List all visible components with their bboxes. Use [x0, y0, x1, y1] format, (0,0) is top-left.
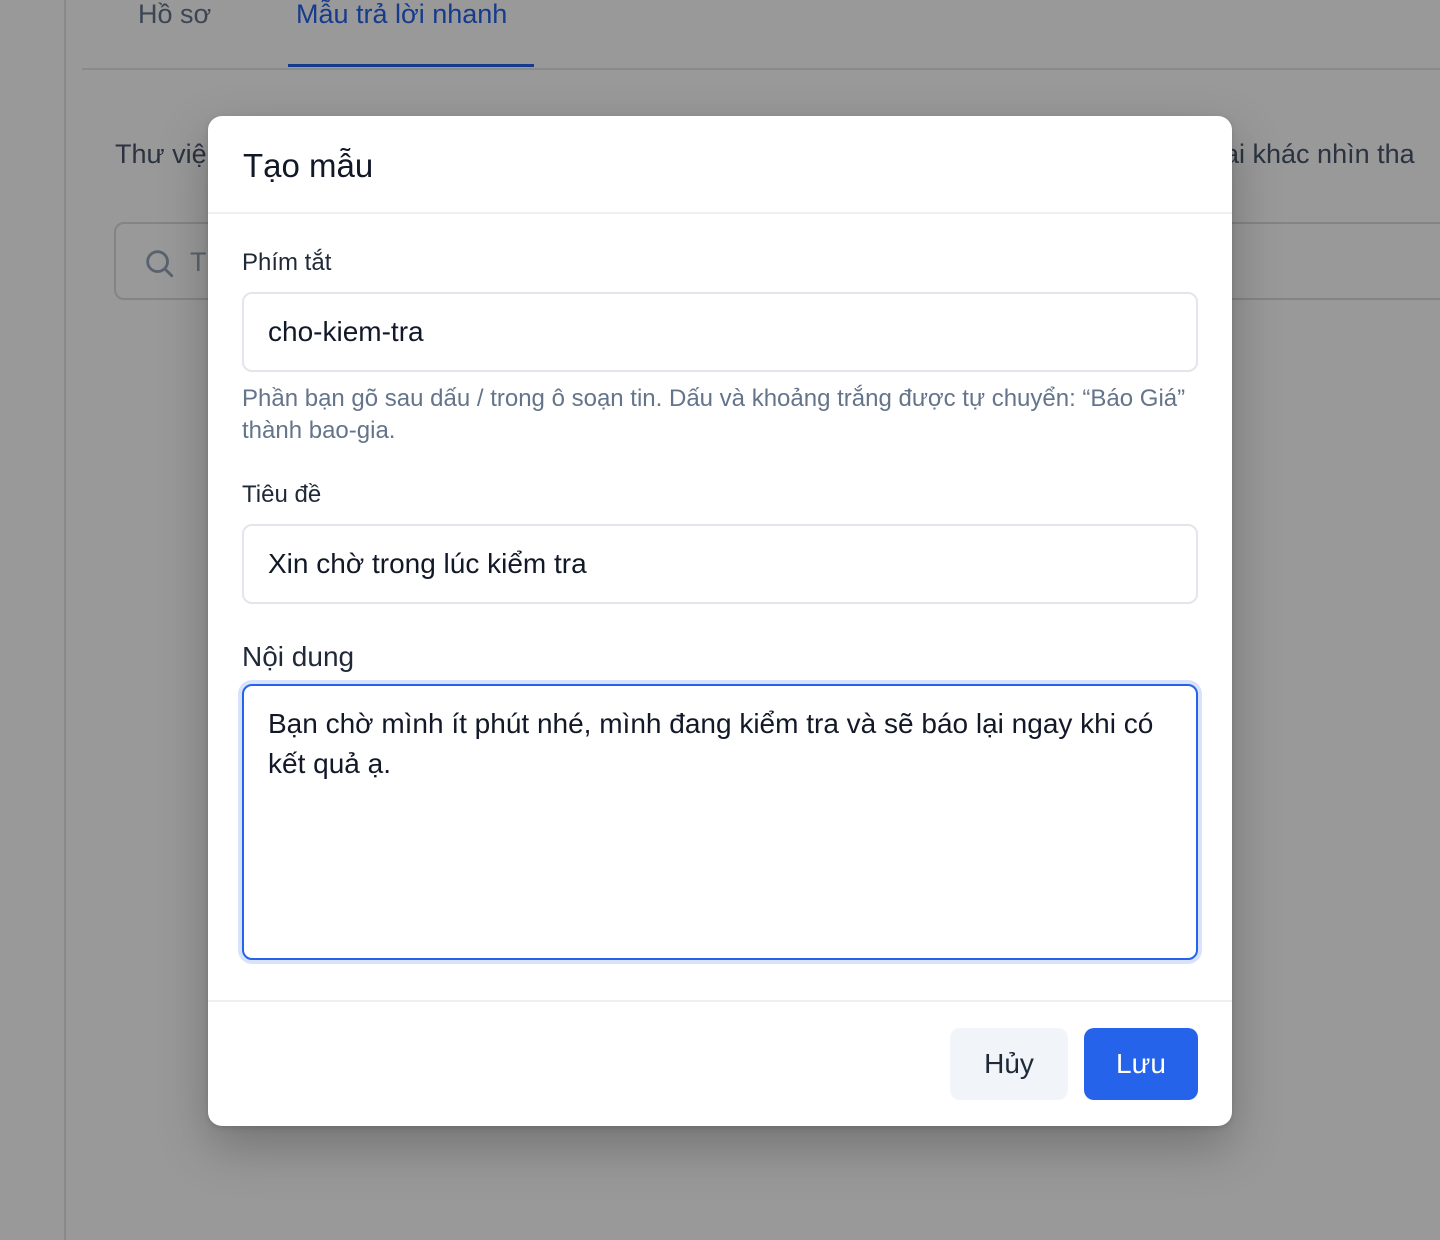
create-template-dialog: Tạo mẫu Phím tắt Phần bạn gõ sau dấu / t…	[208, 116, 1232, 1126]
dialog-footer: Hủy Lưu	[208, 1000, 1232, 1126]
shortcut-label: Phím tắt	[242, 249, 332, 276]
dialog-title: Tạo mẫu	[243, 147, 374, 184]
shortcut-input[interactable]	[242, 292, 1198, 372]
shortcut-hint: Phần bạn gõ sau dấu / trong ô soạn tin. …	[242, 385, 1186, 444]
dialog-header: Tạo mẫu	[208, 116, 1232, 214]
cancel-button[interactable]: Hủy	[950, 1028, 1068, 1100]
save-button[interactable]: Lưu	[1084, 1028, 1198, 1100]
title-label: Tiêu đề	[242, 481, 322, 508]
content-label: Nội dung	[242, 641, 355, 672]
title-input[interactable]	[242, 524, 1198, 604]
content-textarea[interactable]: Bạn chờ mình ít phút nhé, mình đang kiểm…	[242, 684, 1198, 960]
